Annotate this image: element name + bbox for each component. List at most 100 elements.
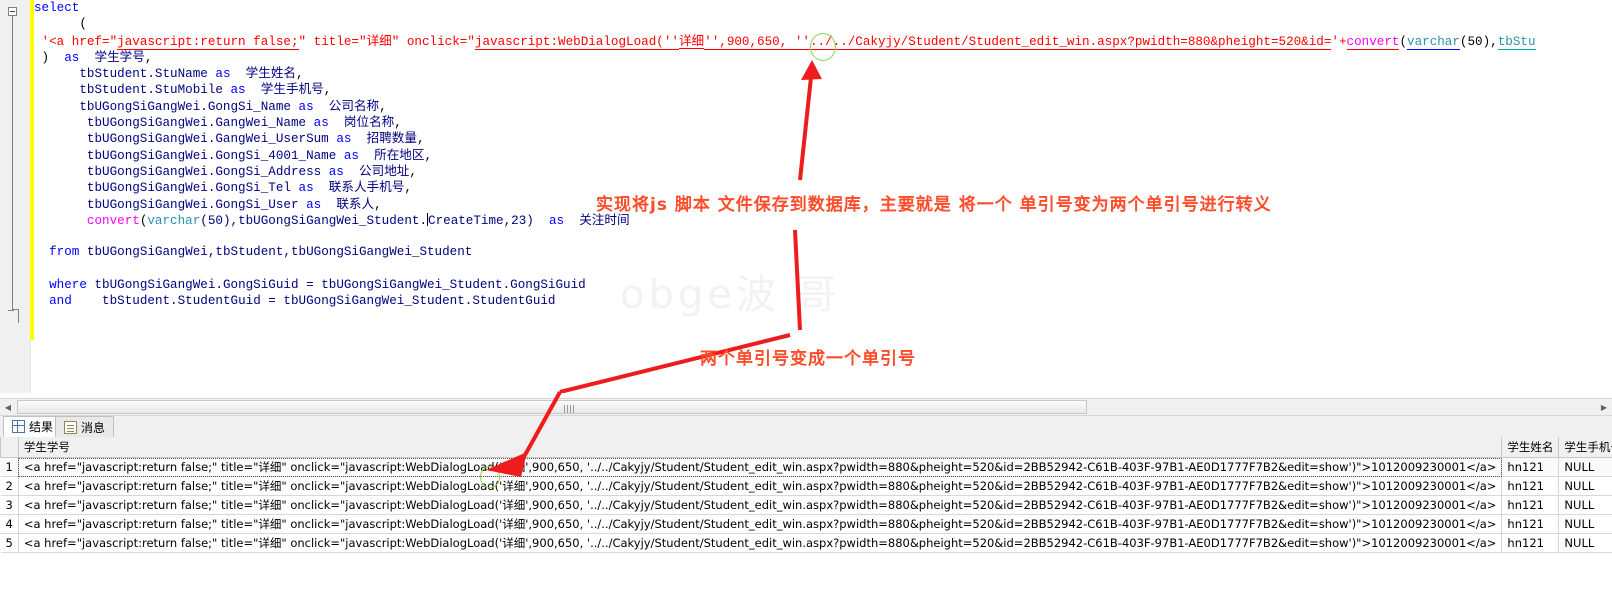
code-token: convert — [1346, 34, 1400, 50]
code-token: where — [49, 278, 87, 293]
code-token: varchar — [147, 213, 201, 228]
row-number[interactable]: 1 — [0, 457, 19, 477]
code-token: , — [424, 148, 433, 163]
code-token: as — [343, 148, 359, 163]
table-cell[interactable]: NULL — [1558, 476, 1612, 496]
code-token: tbStudent.StudentGuid = tbUGongSiGangWei… — [71, 294, 556, 309]
table-cell[interactable]: <a href="javascript:return false;" title… — [18, 457, 1503, 477]
tab-results-label: 结果 — [29, 420, 54, 434]
code-token: varchar — [1407, 34, 1460, 50]
code-token: , — [379, 99, 387, 114]
table-cell[interactable]: hn121 — [1501, 457, 1560, 477]
code-token: 详细 — [678, 32, 705, 49]
code-token: as — [313, 116, 329, 131]
scrollbar-grip-icon — [564, 405, 574, 413]
editor-horizontal-scrollbar[interactable]: ◀ ▶ — [0, 398, 1612, 416]
table-header-row: 学生学号 学生姓名 学生手机号 公司名称 岗位名称 招聘数量 所在地区 — [0, 437, 1612, 458]
code-token: as — [336, 132, 352, 147]
code-line[interactable]: ( — [34, 16, 1612, 32]
table-cell[interactable]: hn121 — [1501, 476, 1560, 496]
code-line[interactable] — [34, 228, 1612, 244]
code-line[interactable]: tbUGongSiGangWei.GangWei_UserSum as 招聘数量… — [34, 130, 1612, 146]
scroll-left-arrow-icon[interactable]: ◀ — [0, 399, 16, 415]
table-cell[interactable]: <a href="javascript:return false;" title… — [18, 476, 1503, 496]
results-table-body: 1 <a href="javascript:return false;" titl… — [0, 457, 1612, 553]
code-token: 所在地区 — [374, 146, 425, 162]
code-token: (50), — [1459, 34, 1498, 49]
table-row[interactable]: 4 <a href="javascript:return false;" titl… — [0, 514, 1612, 534]
code-line[interactable]: tbUGongSiGangWei.GongSi_4001_Name as 所在地… — [34, 147, 1612, 163]
code-token: 招聘数量 — [366, 130, 417, 146]
code-line[interactable]: tbUGongSiGangWei.GangWei_Name as 岗位名称, — [34, 114, 1612, 130]
code-token: tbStudent.StuMobile — [34, 83, 231, 98]
table-cell[interactable]: <a href="javascript:return false;" title… — [18, 533, 1503, 553]
table-row[interactable]: 2 <a href="javascript:return false;" titl… — [0, 476, 1612, 496]
table-cell[interactable]: NULL — [1558, 457, 1612, 477]
code-token: 学生学号 — [94, 48, 145, 64]
row-number[interactable]: 3 — [0, 495, 19, 515]
code-token: 公司名称 — [328, 97, 380, 113]
table-row[interactable]: 3 <a href="javascript:return false;" titl… — [0, 495, 1612, 515]
annotation-bottom-note: 两个单引号变成一个单引号 — [700, 349, 916, 369]
code-token: as — [298, 181, 314, 196]
table-cell[interactable]: hn121 — [1501, 533, 1560, 553]
tab-results[interactable]: 结果 — [3, 416, 63, 437]
code-token: " onclick=" — [391, 34, 475, 49]
table-cell[interactable]: NULL — [1558, 514, 1612, 534]
row-header-corner[interactable] — [0, 437, 19, 458]
code-token: as — [306, 197, 322, 212]
code-token: as — [230, 83, 246, 98]
table-cell[interactable]: <a href="javascript:return false;" title… — [18, 495, 1503, 515]
table-cell[interactable]: NULL — [1558, 533, 1612, 553]
table-cell[interactable]: hn121 — [1501, 514, 1560, 534]
code-token: javascript:WebDialogLoad('' — [474, 34, 679, 50]
results-grid[interactable]: 学生学号 学生姓名 学生手机号 公司名称 岗位名称 招聘数量 所在地区 1<a … — [0, 437, 1612, 599]
row-number[interactable]: 4 — [0, 514, 19, 534]
code-token: as — [215, 67, 231, 82]
column-header-1[interactable]: 学生姓名 — [1501, 437, 1560, 458]
table-row[interactable]: 5 <a href="javascript:return false;" titl… — [0, 533, 1612, 553]
column-header-2[interactable]: 学生手机号 — [1558, 437, 1612, 458]
code-token: , — [394, 116, 402, 131]
collapse-region-icon[interactable] — [8, 7, 17, 16]
code-token: tbUGongSiGangWei.GongSi_Name — [34, 99, 299, 114]
code-outlining-column[interactable] — [0, 0, 30, 393]
code-token: , — [323, 83, 332, 98]
table-cell[interactable]: hn121 — [1501, 495, 1560, 515]
code-token: from — [49, 245, 80, 260]
table-row[interactable]: 1 <a href="javascript:return false;" titl… — [0, 457, 1612, 477]
code-token: tbUGongSiGangWei.GangWei_UserSum — [34, 132, 337, 147]
code-token: 公司地址 — [359, 162, 410, 178]
code-token: CreateTime,23) — [428, 213, 549, 228]
code-line[interactable]: tbStudent.StuName as 学生姓名, — [34, 65, 1612, 81]
code-token: 联系人 — [336, 195, 375, 211]
row-number[interactable]: 5 — [0, 533, 19, 553]
code-token: and — [49, 294, 72, 309]
scroll-right-arrow-icon[interactable]: ▶ — [1596, 399, 1612, 415]
code-line[interactable]: from tbUGongSiGangWei,tbStudent,tbUGongS… — [34, 244, 1612, 260]
code-line[interactable]: tbStudent.StuMobile as 学生手机号, — [34, 81, 1612, 97]
code-token: tbUGongSiGangWei.GongSi_Tel — [34, 181, 299, 196]
code-line[interactable]: select — [34, 0, 1612, 16]
table-cell[interactable]: NULL — [1558, 495, 1612, 515]
results-tabstrip: 结果 消息 — [0, 416, 1612, 438]
row-number[interactable]: 2 — [0, 476, 19, 496]
tab-messages[interactable]: 消息 — [55, 416, 115, 437]
code-token: 联系人手机号 — [328, 179, 405, 195]
sql-query-editor[interactable]: select ( '<a href="javascript:return fal… — [0, 0, 1612, 393]
outline-and-tick — [8, 310, 14, 311]
code-line[interactable]: tbUGongSiGangWei.GongSi_Address as 公司地址, — [34, 163, 1612, 179]
code-token: , — [374, 197, 382, 212]
code-token: tbStu — [1497, 34, 1536, 50]
column-header-0[interactable]: 学生学号 — [17, 437, 1503, 458]
code-line[interactable]: tbUGongSiGangWei.GongSi_Name as 公司名称, — [34, 98, 1612, 114]
table-cell[interactable]: <a href="javascript:return false;" title… — [18, 514, 1503, 534]
scrollbar-thumb[interactable] — [17, 400, 1087, 414]
